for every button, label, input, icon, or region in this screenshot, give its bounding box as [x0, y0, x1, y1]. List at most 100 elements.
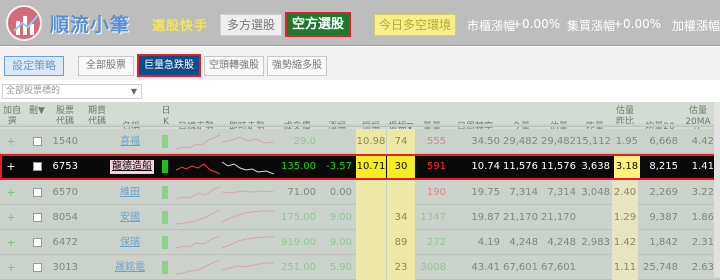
amp-value: 10.98 [356, 129, 386, 154]
day-trend-sparkline [176, 134, 220, 150]
table-row-selected[interactable]: + 6753 龍德造船 135.00 -3.57 10.71 30 591 10… [0, 154, 720, 180]
stock-name[interactable]: 龍德造船 [110, 160, 154, 174]
stock-name[interactable]: 晟銘電 [115, 262, 145, 273]
yest-vol-value: 2,983 [581, 237, 610, 248]
amp-sort-value: 89 [387, 230, 415, 255]
row-checkbox[interactable] [33, 137, 42, 146]
tab-strong-stocks[interactable]: 強勢縮多股 [267, 56, 327, 76]
est-ratio-value: 2.40 [612, 180, 638, 205]
price-value: 29.0 [293, 136, 316, 147]
price-value: 71.00 [287, 187, 316, 198]
add-watchlist-icon[interactable]: + [6, 180, 16, 205]
est-vol-value: 7,314 [547, 187, 576, 198]
day-trend-sparkline [176, 209, 220, 225]
stock-filter-select[interactable]: 全部股票標的 ▼ [2, 84, 142, 99]
table-row[interactable]: + 6472 保瑞 919.00 9.00 89 272 4.19 4,248 … [0, 230, 720, 255]
add-watchlist-icon[interactable]: + [6, 205, 16, 230]
day-trend-sparkline [176, 235, 220, 249]
stock-code: 6570 [52, 187, 78, 198]
table-row[interactable]: + 8054 安國 175.00 9.00 34 1347 19.87 21,1… [0, 205, 720, 230]
table-row[interactable]: + 3013 晟銘電 251.00 5.90 23 3008 43.41 67,… [0, 255, 720, 280]
est-vol-value: 4,248 [547, 237, 576, 248]
stock-name-link[interactable]: 喜福 [110, 129, 150, 154]
app-logo-text: 順流小筆 [50, 14, 131, 36]
amp-value [356, 205, 386, 230]
pct-value: 5.90 [329, 262, 352, 273]
tab-all-stocks[interactable]: 全部股票 [78, 56, 134, 76]
stock-code: 1540 [52, 136, 78, 147]
k-candle-icon [162, 135, 168, 148]
volume-value: 591 [426, 161, 446, 172]
stock-name-link[interactable]: 保瑞 [110, 230, 150, 255]
turnover-value: 34.50 [471, 136, 500, 147]
row-checkbox[interactable] [33, 263, 42, 272]
taiex-change-label: 加權漲幅 [672, 19, 720, 33]
row-checkbox[interactable] [33, 188, 42, 197]
today-vol-value: 67,601 [503, 262, 538, 273]
stock-table: 加自選 刪▼ 股票代碼 期貨代碼 名稱 日K 日線走勢 即時走勢 成交價 漲幅 … [0, 102, 720, 280]
est-ratio-value: 1.95 [615, 136, 638, 147]
amp-sort-value: 34 [387, 205, 415, 230]
stock-name-link[interactable]: 晟銘電 [110, 255, 150, 280]
turnover-value: 10.74 [471, 161, 500, 172]
row-checkbox[interactable] [33, 238, 42, 247]
amp-sort-value: 23 [387, 255, 415, 280]
tab-volume-plunge[interactable]: 巨量急跌股 [137, 54, 201, 77]
price-value: 919.00 [281, 237, 316, 248]
long-strategy-button[interactable]: 多方選股 [220, 14, 282, 36]
col-delete[interactable]: 刪▼ [26, 106, 48, 117]
stock-name[interactable]: 維田 [120, 187, 140, 198]
stock-code: 3013 [52, 262, 78, 273]
est20-ratio-value: 4.42 [691, 136, 714, 147]
k-candle-icon [162, 186, 168, 199]
add-watchlist-icon[interactable]: + [6, 255, 16, 280]
add-watchlist-icon[interactable]: + [6, 156, 16, 178]
stock-name-link[interactable]: 維田 [110, 180, 150, 205]
intraday-sparkline [222, 210, 274, 223]
est20-ratio-value: 2.31 [691, 237, 714, 248]
buy-change-value: +0.00% [613, 17, 662, 31]
day-trend-sparkline [176, 186, 220, 200]
otc-change-value: +0.00% [512, 17, 561, 31]
volume-value: 555 [426, 136, 446, 147]
est-ratio-value: 3.18 [614, 156, 640, 178]
market-environment-button[interactable]: 今日多空環境 [374, 14, 456, 36]
settings-button[interactable]: 設定策略 [4, 56, 64, 76]
stock-filter-value: 全部股票標的 [6, 86, 61, 96]
otc-change-label: 市櫃漲幅 [467, 19, 516, 33]
pct-value: -3.57 [326, 161, 352, 172]
est20-ratio-value: 1.86 [691, 212, 714, 223]
short-strategy-button[interactable]: 空方選股 [285, 12, 351, 37]
stock-name[interactable]: 安國 [120, 212, 140, 223]
row-checkbox[interactable] [33, 213, 42, 222]
amp-sort-value [387, 180, 415, 205]
stock-name-link[interactable]: 龍德造船 [110, 156, 154, 178]
stock-code: 6753 [52, 161, 78, 172]
row-checkbox[interactable] [33, 162, 42, 171]
add-watchlist-icon[interactable]: + [6, 129, 16, 154]
amp-value: 10.71 [356, 156, 386, 178]
table-row[interactable]: + 1540 喜福 29.0 10.98 74 555 34.50 29,482… [0, 129, 720, 154]
turnover-value: 19.75 [471, 187, 500, 198]
yest-vol-value: 15,112 [576, 136, 611, 147]
today-vol-value: 21,170 [503, 212, 538, 223]
tab-bear-rebound[interactable]: 空頭轉強股 [204, 56, 264, 76]
stock-name-link[interactable]: 安國 [110, 205, 150, 230]
amp-value [356, 230, 386, 255]
app-logo-subtitle: 選股快手 [152, 19, 209, 34]
est-vol-value: 67,601 [541, 262, 576, 273]
est-ratio-value: 1.42 [612, 230, 638, 255]
table-scrollbar[interactable] [714, 102, 720, 277]
stock-name[interactable]: 喜福 [120, 136, 140, 147]
table-row[interactable]: + 6570 維田 71.00 0.00 190 19.75 7,314 7,3… [0, 180, 720, 205]
yest-vol-value: 3,048 [581, 187, 610, 198]
add-watchlist-icon[interactable]: + [6, 230, 16, 255]
volume-value: 3008 [420, 262, 446, 273]
price-value: 135.00 [281, 161, 316, 172]
volume-value: 1347 [420, 212, 446, 223]
avg20-value: 6,668 [649, 136, 678, 147]
table-row-partial [0, 124, 720, 127]
amp-sort-value: 74 [387, 129, 415, 154]
stock-name[interactable]: 保瑞 [120, 237, 140, 248]
today-vol-value: 11,576 [503, 161, 538, 172]
